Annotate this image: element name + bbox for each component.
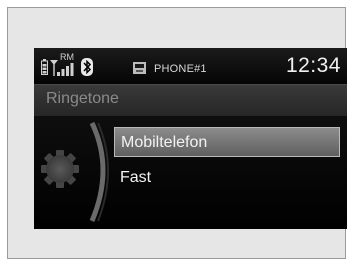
phone-memory-icon <box>133 62 146 74</box>
illustration-frame: RM PHONE#1 12:34 Ringetone Mobiltelefon … <box>7 7 347 259</box>
phone-name: PHONE#1 <box>154 63 207 75</box>
display-screen: RM PHONE#1 12:34 Ringetone Mobiltelefon … <box>34 48 347 229</box>
signal-strength-icon <box>50 60 74 76</box>
menu-item-label: Mobiltelefon <box>121 134 208 151</box>
roaming-indicator: RM <box>60 52 74 62</box>
clock: 12:34 <box>285 54 341 77</box>
menu-area: Mobiltelefon Fast <box>34 116 347 229</box>
bluetooth-icon <box>81 58 93 76</box>
dial-knob-icon <box>41 121 109 222</box>
page-title: Ringetone <box>46 90 119 107</box>
status-bar: RM PHONE#1 12:34 <box>34 48 347 84</box>
menu-item-fast[interactable]: Fast <box>114 163 340 193</box>
menu-item-mobiltelefon[interactable]: Mobiltelefon <box>114 127 340 157</box>
menu-item-label: Fast <box>120 169 152 186</box>
battery-icon <box>41 59 48 75</box>
header-bar: Ringetone <box>34 84 347 116</box>
